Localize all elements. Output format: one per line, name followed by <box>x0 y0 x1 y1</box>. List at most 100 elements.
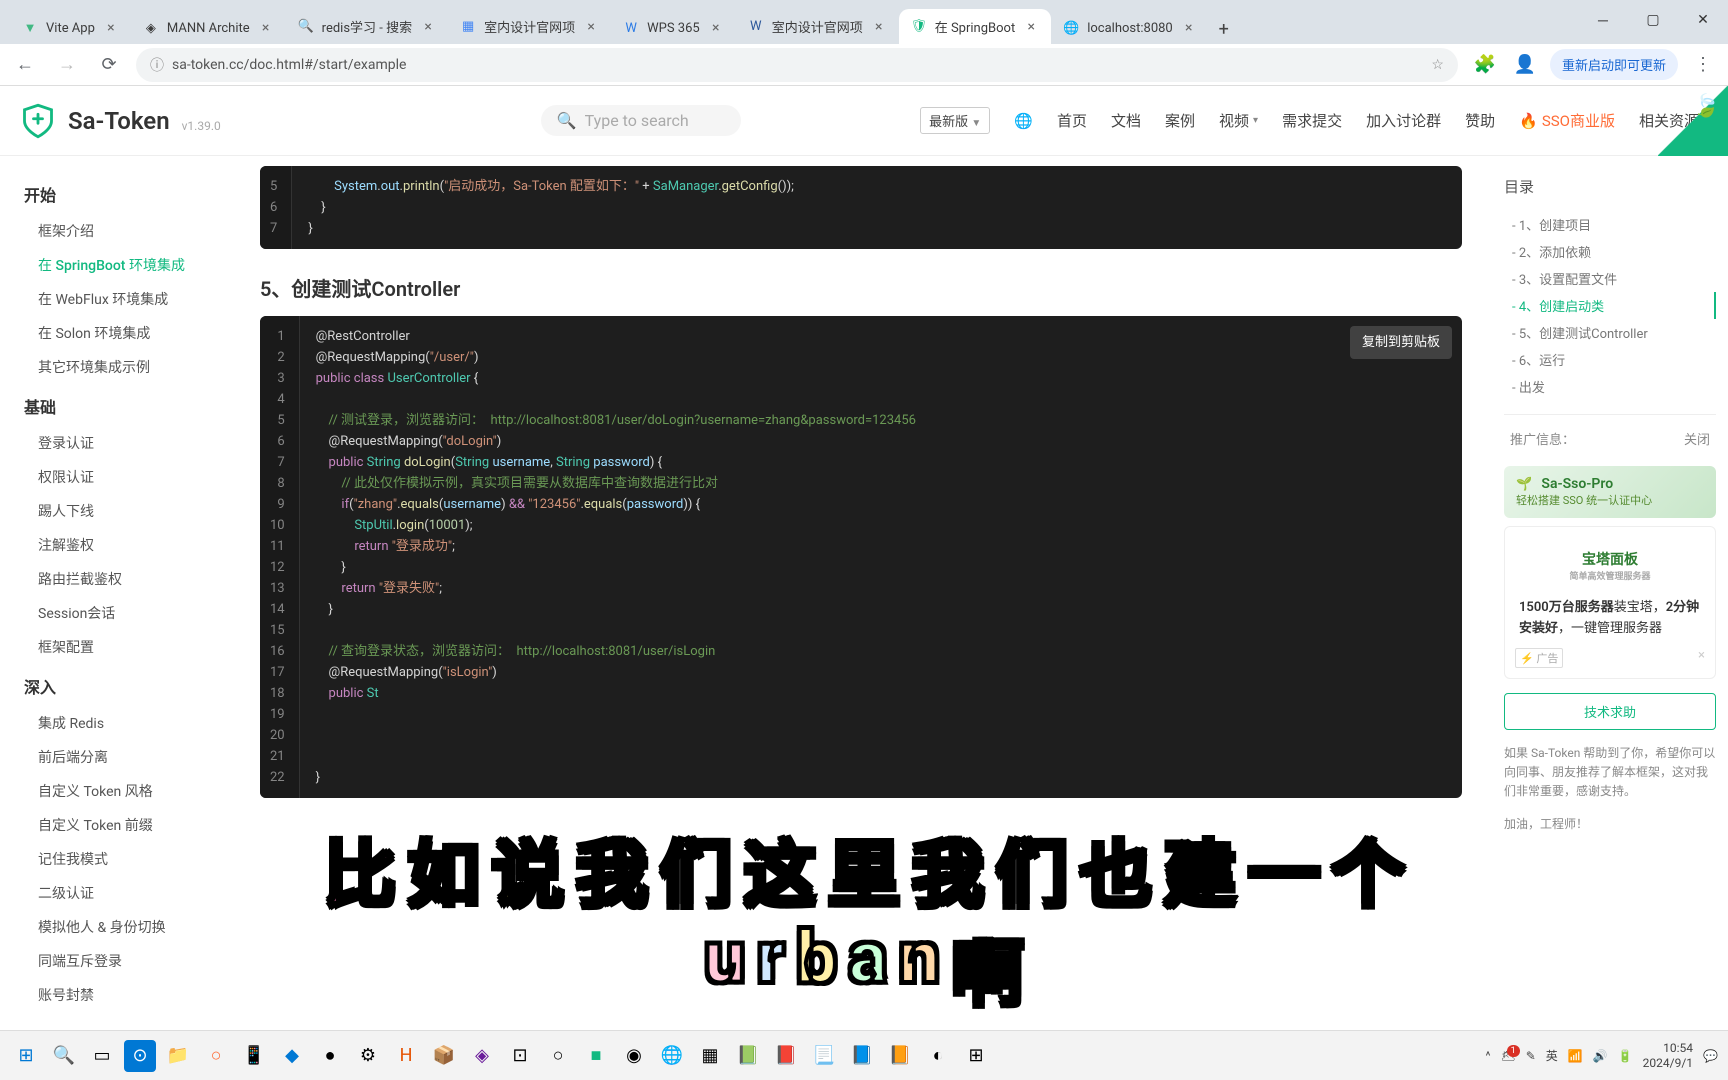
close-window-button[interactable]: ✕ <box>1678 0 1728 40</box>
sidebar-item-webflux[interactable]: 在 WebFlux 环境集成 <box>0 282 230 316</box>
tab-mann[interactable]: ◈ MANN Archite × <box>131 12 286 44</box>
sidebar-item-solon[interactable]: 在 Solon 环境集成 <box>0 316 230 350</box>
battery-icon[interactable]: 🔋 <box>1618 1049 1633 1063</box>
sidebar-item-session[interactable]: Session会话 <box>0 596 230 630</box>
sidebar-item-redis[interactable]: 集成 Redis <box>0 706 230 740</box>
extensions-icon[interactable]: 🧩 <box>1470 50 1500 80</box>
app-icon[interactable]: ○ <box>200 1040 232 1072</box>
tray-icon[interactable]: 🌥1 <box>1501 1049 1516 1063</box>
app-icon[interactable]: ◆ <box>276 1040 308 1072</box>
app-icon[interactable]: 📙 <box>884 1040 916 1072</box>
site-info-icon[interactable]: ⓘ <box>150 55 164 75</box>
tab-vite[interactable]: ▼ Vite App × <box>10 12 131 44</box>
nav-video[interactable]: 视频▾ <box>1219 110 1258 131</box>
corner-badge[interactable]: 🍃 <box>1658 86 1728 156</box>
address-field[interactable]: ⓘ sa-token.cc/doc.html#/start/example ☆ <box>136 48 1458 82</box>
app-icon[interactable]: ⊙ <box>124 1040 156 1072</box>
minimize-button[interactable]: ─ <box>1578 0 1628 40</box>
sidebar-item-token-prefix[interactable]: 自定义 Token 前缀 <box>0 808 230 842</box>
new-tab-button[interactable]: + <box>1209 14 1239 44</box>
sidebar-item-other-env[interactable]: 其它环境集成示例 <box>0 350 230 384</box>
sidebar-item-kickout[interactable]: 踢人下线 <box>0 494 230 528</box>
app-icon[interactable]: ⚙ <box>352 1040 384 1072</box>
app-icon[interactable]: 📕 <box>770 1040 802 1072</box>
toc-item[interactable]: - 3、设置配置文件 <box>1504 265 1716 292</box>
close-icon[interactable]: × <box>103 20 119 36</box>
help-button[interactable]: 技术求助 <box>1504 693 1716 730</box>
tab-localhost[interactable]: 🌐 localhost:8080 × <box>1051 12 1209 44</box>
close-icon[interactable]: × <box>583 19 599 35</box>
sidebar-item-perm-auth[interactable]: 权限认证 <box>0 460 230 494</box>
app-icon[interactable]: ⊞ <box>960 1040 992 1072</box>
task-view-button[interactable]: ▭ <box>86 1040 118 1072</box>
toc-item[interactable]: - 出发 <box>1504 373 1716 400</box>
close-icon[interactable]: × <box>420 19 436 35</box>
app-icon[interactable]: ▦ <box>694 1040 726 1072</box>
app-icon[interactable]: ○ <box>542 1040 574 1072</box>
volume-icon[interactable]: 🔊 <box>1593 1049 1608 1063</box>
sidebar-item-login-auth[interactable]: 登录认证 <box>0 426 230 460</box>
sidebar-item-config[interactable]: 框架配置 <box>0 630 230 664</box>
app-icon[interactable]: ◉ <box>618 1040 650 1072</box>
app-icon[interactable]: 📱 <box>238 1040 270 1072</box>
sidebar-item-impersonate[interactable]: 模拟他人 & 身份切换 <box>0 910 230 944</box>
chrome-icon[interactable]: 🌐 <box>656 1040 688 1072</box>
close-icon[interactable]: × <box>871 19 887 35</box>
globe-icon[interactable]: 🌐 <box>1014 112 1033 130</box>
search-button[interactable]: 🔍 <box>48 1040 80 1072</box>
nav-request[interactable]: 需求提交 <box>1282 110 1342 131</box>
sidebar-item-springboot[interactable]: 在 SpringBoot 环境集成 <box>0 248 230 282</box>
back-button[interactable]: ← <box>10 50 40 80</box>
sidebar-item-frontback[interactable]: 前后端分离 <box>0 740 230 774</box>
app-icon[interactable]: ■ <box>580 1040 612 1072</box>
nav-group[interactable]: 加入讨论群 <box>1366 110 1441 131</box>
sidebar-item-token-style[interactable]: 自定义 Token 风格 <box>0 774 230 808</box>
sidebar-item-remember[interactable]: 记住我模式 <box>0 842 230 876</box>
sidebar-item-ban[interactable]: 账号封禁 <box>0 978 230 1012</box>
profile-icon[interactable]: 👤 <box>1510 50 1540 80</box>
toc-item[interactable]: - 6、运行 <box>1504 346 1716 373</box>
app-icon[interactable]: ◈ <box>466 1040 498 1072</box>
tab-interior1[interactable]: ▦ 室内设计官网项 × <box>448 9 611 44</box>
app-icon[interactable]: 📘 <box>846 1040 878 1072</box>
toc-item[interactable]: - 2、添加依赖 <box>1504 238 1716 265</box>
close-icon[interactable]: × <box>1181 20 1197 36</box>
close-icon[interactable]: × <box>258 20 274 36</box>
search-input[interactable]: 🔍 Type to search <box>541 105 741 136</box>
app-icon[interactable]: ● <box>314 1040 346 1072</box>
nav-cases[interactable]: 案例 <box>1165 110 1195 131</box>
sidebar-item-route[interactable]: 路由拦截鉴权 <box>0 562 230 596</box>
menu-icon[interactable]: ⋮ <box>1688 50 1718 80</box>
reload-button[interactable]: ⟳ <box>94 50 124 80</box>
sidebar-item-2fa[interactable]: 二级认证 <box>0 876 230 910</box>
maximize-button[interactable]: ▢ <box>1628 0 1678 40</box>
promo-sso[interactable]: 🌱 Sa-Sso-Pro 轻松搭建 SSO 统一认证中心 <box>1504 466 1716 518</box>
close-icon[interactable]: × <box>1698 648 1705 663</box>
nav-home[interactable]: 首页 <box>1057 110 1087 131</box>
app-icon[interactable]: H <box>390 1040 422 1072</box>
nav-docs[interactable]: 文档 <box>1111 110 1141 131</box>
version-select[interactable]: 最新版 ▼ <box>920 107 990 134</box>
toc-item[interactable]: - 5、创建测试Controller <box>1504 319 1716 346</box>
tab-interior2[interactable]: W 室内设计官网项 × <box>736 9 899 44</box>
input-method-icon[interactable]: 英 <box>1546 1047 1558 1064</box>
update-button[interactable]: 重新启动即可更新 <box>1550 49 1678 80</box>
promo-btpanel[interactable]: 宝塔面板 简单高效管理服务器 1500万台服务器装宝塔，2分钟安装好，一键管理服… <box>1504 526 1716 679</box>
toc-item-active[interactable]: - 4、创建启动类 <box>1504 292 1716 319</box>
copy-button[interactable]: 复制到剪贴板 <box>1350 326 1452 359</box>
logo[interactable]: Sa-Token v1.39.0 <box>20 103 221 139</box>
nav-sponsor[interactable]: 赞助 <box>1465 110 1495 131</box>
app-icon[interactable]: 📃 <box>808 1040 840 1072</box>
nav-sso[interactable]: 🔥SSO商业版 <box>1519 110 1615 131</box>
tab-wps[interactable]: W WPS 365 × <box>611 12 736 44</box>
sidebar-item-intro[interactable]: 框架介绍 <box>0 214 230 248</box>
notifications-icon[interactable]: 💬 <box>1703 1049 1718 1063</box>
sidebar-item-annotation[interactable]: 注解鉴权 <box>0 528 230 562</box>
app-icon[interactable]: ◐ <box>922 1040 954 1072</box>
forward-button[interactable]: → <box>52 50 82 80</box>
clock[interactable]: 10:54 2024/9/1 <box>1643 1041 1693 1070</box>
sidebar-item-exclusive[interactable]: 同端互斥登录 <box>0 944 230 978</box>
close-icon[interactable]: × <box>708 20 724 36</box>
wifi-icon[interactable]: 📶 <box>1568 1049 1583 1063</box>
code-content[interactable]: @RestController @RequestMapping("/user/"… <box>300 316 1462 798</box>
